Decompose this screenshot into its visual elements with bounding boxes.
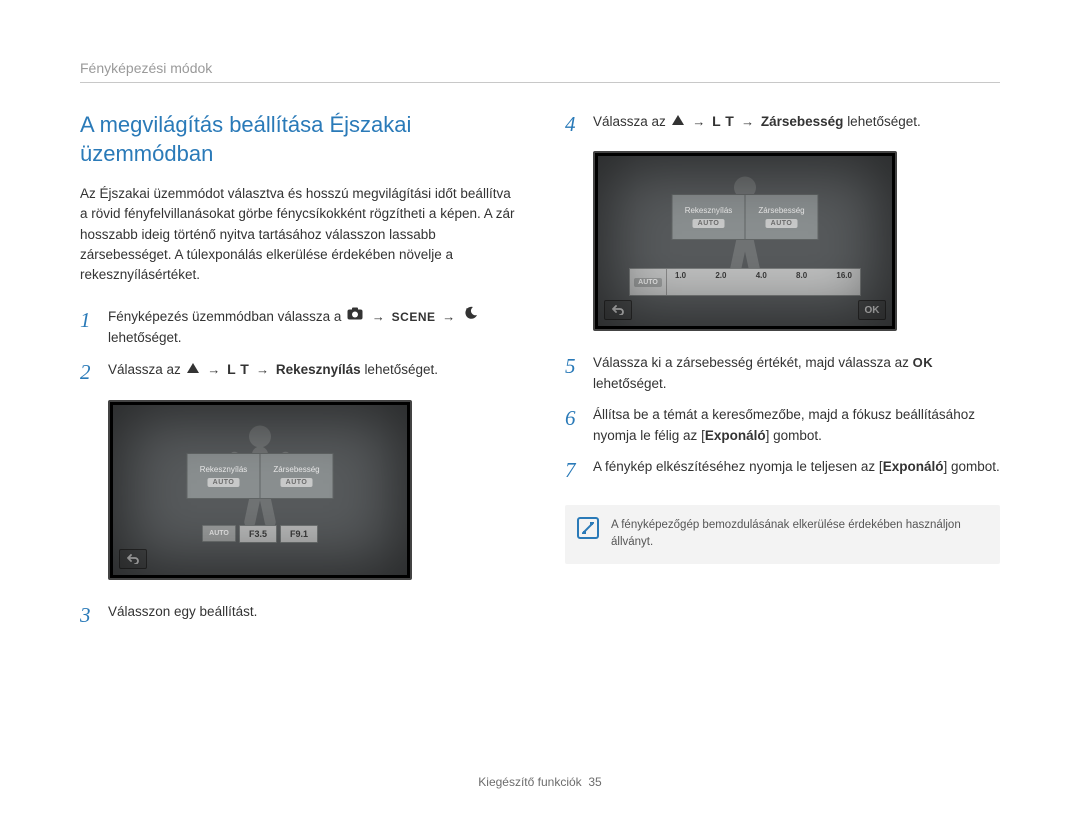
step-text: Válassza ki a zársebesség értékét, majd … (593, 353, 1000, 395)
lt-label: L T (712, 113, 734, 129)
step-text: Állítsa be a témát a keresőmezőbe, majd … (593, 405, 1000, 447)
step-text: A fénykép elkészítéséhez nyomja le telje… (593, 457, 1000, 478)
step-6: 6 Állítsa be a témát a keresőmezőbe, maj… (565, 405, 1000, 447)
step-text: Fényképezés üzemmódban válassza a → SCEN… (108, 307, 515, 349)
step-number: 6 (565, 405, 593, 431)
step-4: 4 Válassza az → L T → Zársebesség lehető… (565, 111, 1000, 137)
up-arrow-icon (672, 111, 684, 132)
night-moon-icon (464, 306, 478, 327)
step-5: 5 Válassza ki a zársebesség értékét, maj… (565, 353, 1000, 395)
note-text: A fényképezőgép bemozdulásának elkerülés… (611, 517, 988, 552)
step-7: 7 A fénykép elkészítéséhez nyomja le tel… (565, 457, 1000, 483)
step-number: 1 (80, 307, 108, 333)
step-number: 2 (80, 359, 108, 385)
step-1: 1 Fényképezés üzemmódban válassza a → SC… (80, 307, 515, 349)
camera-screen-aperture: Rekesznyílás AUTO Zársebesség AUTO AUTO … (108, 400, 412, 580)
scene-label: SCENE (392, 310, 436, 324)
step-number: 4 (565, 111, 593, 137)
camera-icon (347, 306, 363, 327)
step-text: Válassza az → L T → Zársebesség lehetősé… (593, 111, 921, 133)
up-arrow-icon (187, 359, 199, 380)
intro-text: Az Éjszakai üzemmódot választva és hossz… (80, 184, 515, 285)
step-2: 2 Válassza az → L T → Rekesznyílás lehet… (80, 359, 515, 385)
step-number: 7 (565, 457, 593, 483)
camera-screen-shutter: Rekesznyílás AUTO Zársebesség AUTO AUTO … (593, 151, 897, 331)
section-title: A megvilágítás beállítása Éjszakai üzemm… (80, 111, 515, 168)
step-text: Válasszon egy beállítást. (108, 602, 257, 623)
lt-label: L T (227, 361, 249, 377)
step-text: Válassza az → L T → Rekesznyílás lehetős… (108, 359, 438, 381)
step-number: 5 (565, 353, 593, 379)
page-footer: Kiegészítő funkciók 35 (0, 775, 1080, 789)
info-icon (577, 517, 599, 539)
note-box: A fényképezőgép bemozdulásának elkerülés… (565, 505, 1000, 564)
breadcrumb: Fényképezési módok (80, 60, 1000, 83)
step-number: 3 (80, 602, 108, 628)
step-3: 3 Válasszon egy beállítást. (80, 602, 515, 628)
ok-label: OK (913, 355, 934, 370)
